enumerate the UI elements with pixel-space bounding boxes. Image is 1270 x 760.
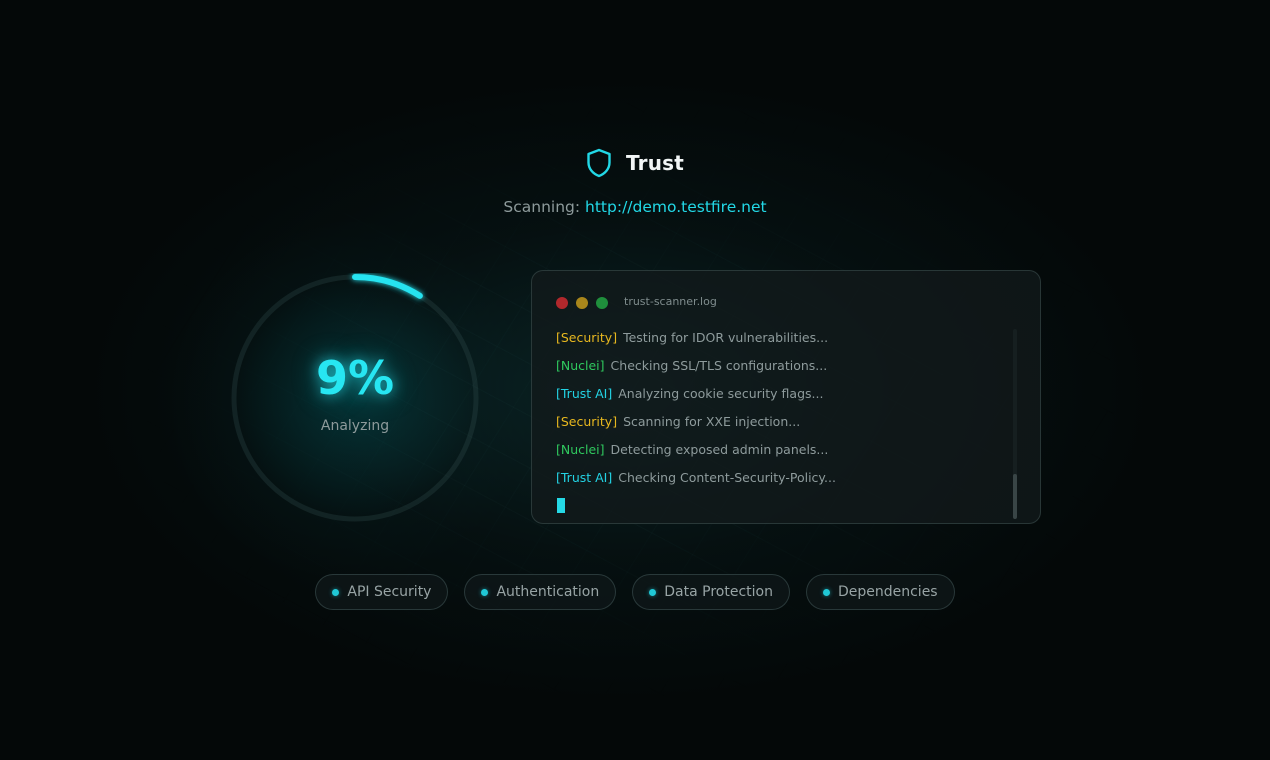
log-tag: [Security]	[556, 414, 618, 429]
log-line: [Security] Scanning for XXE injection...	[556, 414, 1016, 442]
close-dot[interactable]	[556, 297, 568, 309]
status-dot	[332, 588, 340, 596]
category-chip-authentication[interactable]: Authentication	[464, 574, 617, 610]
shield-icon	[587, 148, 611, 178]
scan-label: Scanning:	[503, 198, 581, 216]
log-list: [Security] Testing for IDOR vulnerabiliti…	[556, 330, 1016, 498]
category-label: Data Protection	[664, 584, 773, 600]
maximize-dot[interactable]	[596, 297, 608, 309]
category-label: Authentication	[496, 584, 600, 600]
status-dot	[822, 588, 830, 596]
scan-url[interactable]: http://demo.testfire.net	[585, 198, 767, 216]
progress-percent: 9%	[315, 351, 395, 405]
scanner-log-window: trust-scanner.log [Security] Testing for …	[531, 270, 1041, 524]
log-message: Detecting exposed admin panels...	[610, 442, 829, 457]
log-tag: [Trust AI]	[556, 470, 613, 485]
log-message: Analyzing cookie security flags...	[618, 386, 824, 401]
log-message: Scanning for XXE injection...	[623, 414, 801, 429]
brand-name: Trust	[625, 151, 684, 175]
log-line: [Trust AI] Checking Content-Security-Poli…	[556, 470, 1016, 498]
scan-screen: Trust Scanning: http://demo.testfire.net…	[0, 0, 1270, 760]
category-label: API Security	[347, 584, 432, 600]
log-line: [Trust AI] Analyzing cookie security flag…	[556, 386, 1016, 414]
minimize-dot[interactable]	[576, 297, 588, 309]
terminal-cursor	[557, 498, 565, 513]
category-chip-dependencies[interactable]: Dependencies	[805, 574, 955, 610]
category-label: Dependencies	[837, 584, 938, 600]
log-file-name: trust-scanner.log	[624, 295, 717, 308]
status-dot	[481, 588, 489, 596]
progress-ring: 9% Analyzing	[230, 273, 480, 523]
category-chip-data-protection[interactable]: Data Protection	[632, 574, 790, 610]
log-line: [Nuclei] Checking SSL/TLS configurations.…	[556, 358, 1016, 386]
log-message: Checking Content-Security-Policy...	[618, 470, 836, 485]
log-line: [Security] Testing for IDOR vulnerabiliti…	[556, 330, 1016, 358]
progress-status: Analyzing	[320, 418, 390, 434]
category-chip-api-security[interactable]: API Security	[315, 574, 449, 610]
scan-categories: API Security Authentication Data Protect…	[0, 574, 1270, 610]
window-controls	[556, 297, 608, 309]
status-dot	[649, 588, 657, 596]
log-line: [Nuclei] Detecting exposed admin panels..…	[556, 442, 1016, 470]
log-message: Testing for IDOR vulnerabilities...	[623, 330, 829, 345]
log-tag: [Trust AI]	[556, 386, 613, 401]
log-tag: [Nuclei]	[556, 358, 605, 373]
scan-target: Scanning: http://demo.testfire.net	[0, 198, 1270, 216]
brand-header: Trust	[0, 148, 1270, 178]
log-message: Checking SSL/TLS configurations...	[610, 358, 828, 373]
log-scrollbar-thumb[interactable]	[1013, 474, 1017, 519]
log-tag: [Security]	[556, 330, 618, 345]
log-tag: [Nuclei]	[556, 442, 605, 457]
